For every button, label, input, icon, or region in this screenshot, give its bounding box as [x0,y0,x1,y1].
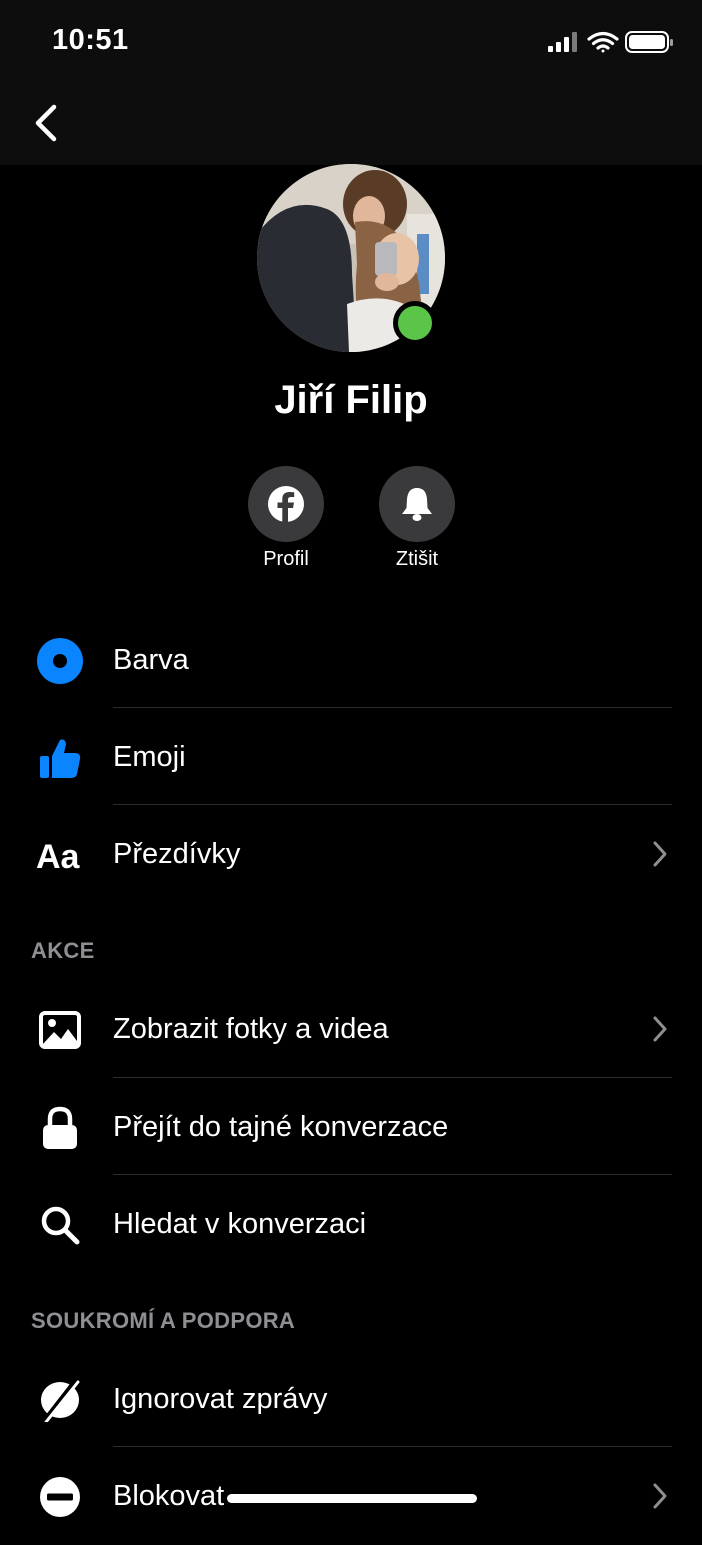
color-row-label: Barva [113,644,189,676]
online-status-indicator [393,301,437,345]
chevron-left-icon [35,104,57,142]
nav-bar [0,88,702,165]
mute-button-label: Ztišit [395,548,439,570]
status-icons [548,30,676,56]
wifi-icon [587,31,619,53]
search-conversation-row-label: Hledat v konverzaci [113,1208,367,1240]
text-aa-icon: Aa [36,831,84,879]
ignore-messages-row-label: Ignorovat zprávy [113,1383,328,1415]
color-dot-icon [36,637,84,685]
nicknames-row[interactable]: Aa Přezdívky [0,806,702,903]
view-photos-row[interactable]: Zobrazit fotky a videa [0,981,702,1078]
bell-icon [402,488,432,521]
battery-icon [625,31,673,53]
status-time: 10:51 [52,24,129,56]
separator [113,707,672,708]
chevron-right-icon [653,1016,667,1042]
profile-name: Jiří Filip [274,378,428,422]
signal-icon [548,32,577,52]
ignore-messages-row[interactable]: Ignorovat zprávy [0,1351,702,1448]
secret-conversation-row[interactable]: Přejít do tajné konverzace [0,1079,702,1176]
search-conversation-row[interactable]: Hledat v konverzaci [0,1176,702,1273]
lock-icon [36,1104,84,1152]
back-button[interactable] [30,102,70,146]
block-row-label: Blokovat [113,1480,225,1512]
mute-button[interactable] [379,466,455,542]
home-indicator[interactable] [227,1494,477,1503]
color-row[interactable]: Barva [0,612,702,709]
emoji-row[interactable]: Emoji [0,709,702,806]
separator [113,804,672,805]
search-icon [36,1201,84,1249]
separator [113,1077,672,1078]
secret-conversation-row-label: Přejít do tajné konverzace [113,1111,449,1143]
thumbs-up-icon [36,734,84,782]
actions-section-header: AKCE [31,938,95,963]
status-bar: 10:51 [0,0,702,88]
view-photos-row-label: Zobrazit fotky a videa [113,1013,389,1045]
profile-button[interactable] [248,466,324,542]
profile-button-label: Profil [263,548,309,570]
ignore-icon [36,1376,84,1424]
photo-icon [36,1006,84,1054]
emoji-row-label: Emoji [113,741,186,773]
block-icon [36,1473,84,1521]
separator [113,1446,672,1447]
nicknames-row-label: Přezdívky [113,838,241,870]
svg-text:Aa: Aa [36,838,81,875]
chevron-right-icon [653,1483,667,1509]
privacy-section-header: SOUKROMÍ A PODPORA [31,1308,296,1333]
facebook-icon [268,486,304,522]
separator [113,1174,672,1175]
chevron-right-icon [653,841,667,867]
